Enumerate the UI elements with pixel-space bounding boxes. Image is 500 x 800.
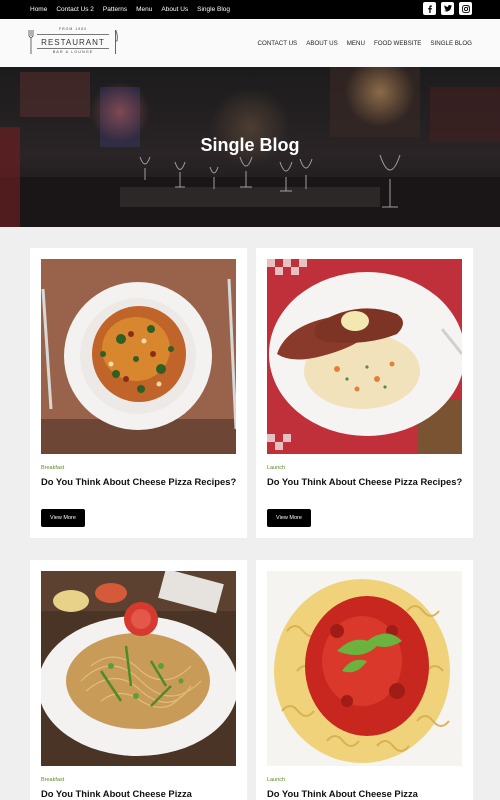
fusilli-sauce-image[interactable] [267, 571, 462, 766]
post-category[interactable]: Breakfast [41, 465, 64, 471]
blog-card: Launch Do You Think About Cheese Pizza R… [256, 248, 473, 538]
pasta-plate-image[interactable] [41, 259, 236, 454]
post-title[interactable]: Do You Think About Cheese Pizza [41, 788, 237, 800]
hero-banner: Single Blog [0, 67, 500, 227]
facebook-icon[interactable] [423, 2, 436, 15]
logo-tagline-bottom: BAR & LOUNGE [52, 50, 94, 54]
knife-icon [115, 30, 118, 54]
blog-card: Breakfast Do You Think About Cheese Pizz… [30, 248, 247, 538]
post-category[interactable]: Breakfast [41, 777, 64, 783]
view-more-button[interactable]: View More [41, 509, 85, 527]
blog-card: Launch Do You Think About Cheese Pizza [256, 560, 473, 800]
noodles-plate-image[interactable] [41, 571, 236, 766]
logo-text: RESTAURANT [41, 38, 105, 47]
post-title[interactable]: Do You Think About Cheese Pizza Recipes? [41, 476, 237, 488]
top-bar: Home Contact Us 2 Patterns Menu About Us… [0, 0, 500, 19]
main-nav-about-us[interactable]: ABOUT US [306, 40, 338, 47]
logo-divider [37, 48, 109, 49]
main-nav-menu[interactable]: MENU [347, 40, 365, 47]
logo[interactable]: FROM 1950 RESTAURANT BAR & LOUNGE [28, 27, 118, 59]
social-links [418, 2, 472, 15]
main-nav: CONTACT US ABOUT US MENU FOOD WEBSITE SI… [249, 40, 472, 47]
post-category[interactable]: Launch [267, 465, 285, 471]
hero-title: Single Blog [200, 135, 300, 155]
main-nav-food-website[interactable]: FOOD WEBSITE [374, 40, 421, 47]
top-nav-home[interactable]: Home [30, 6, 47, 13]
sausage-mash-image[interactable] [267, 259, 462, 454]
top-nav-about-us[interactable]: About Us [161, 6, 188, 13]
post-category[interactable]: Launch [267, 777, 285, 783]
top-nav: Home Contact Us 2 Patterns Menu About Us… [30, 0, 239, 19]
site-header: FROM 1950 RESTAURANT BAR & LOUNGE CONTAC… [0, 19, 500, 67]
main-nav-single-blog[interactable]: SINGLE BLOG [430, 40, 472, 47]
top-nav-patterns[interactable]: Patterns [103, 6, 127, 13]
logo-divider [37, 34, 109, 35]
post-title[interactable]: Do You Think About Cheese Pizza [267, 788, 463, 800]
logo-tagline-top: FROM 1950 [58, 27, 88, 31]
view-more-button[interactable]: View More [267, 509, 311, 527]
top-nav-single-blog[interactable]: Single Blog [197, 6, 230, 13]
twitter-icon[interactable] [441, 2, 454, 15]
main-nav-contact-us[interactable]: CONTACT US [258, 40, 298, 47]
top-nav-contact-us-2[interactable]: Contact Us 2 [56, 6, 94, 13]
top-nav-menu[interactable]: Menu [136, 6, 152, 13]
blog-card: Breakfast Do You Think About Cheese Pizz… [30, 560, 247, 800]
post-title[interactable]: Do You Think About Cheese Pizza Recipes? [267, 476, 463, 488]
instagram-icon[interactable] [459, 2, 472, 15]
